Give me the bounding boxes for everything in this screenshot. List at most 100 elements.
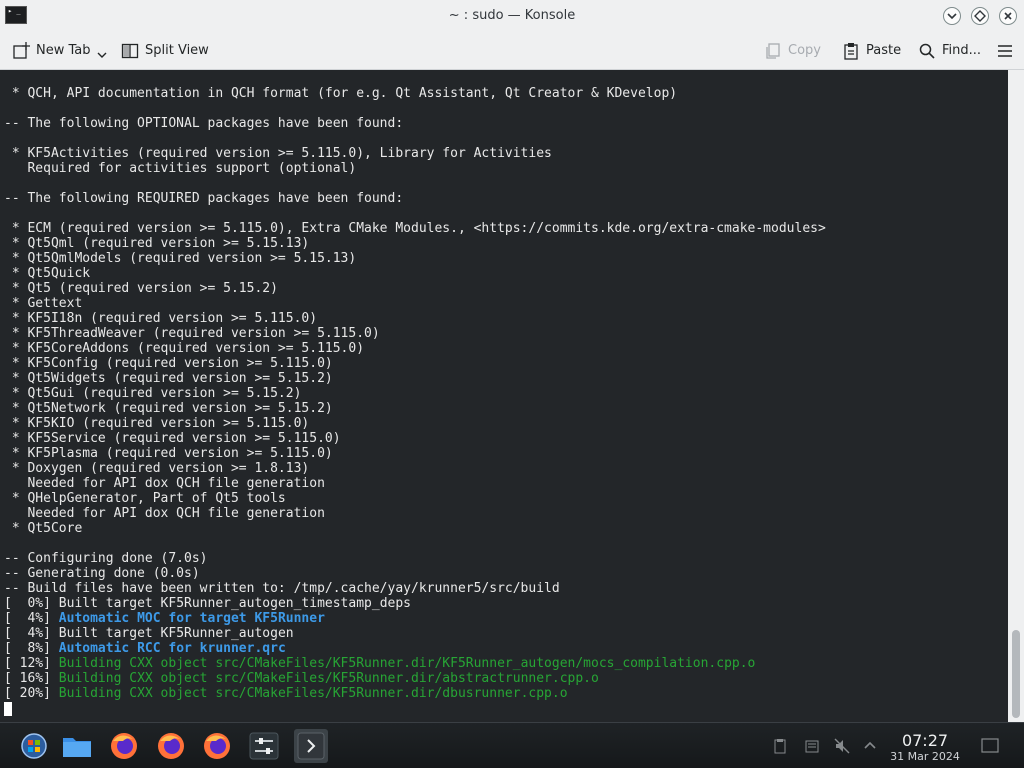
terminal-line: * Qt5Widgets (required version >= 5.15.2… (4, 371, 333, 386)
terminal-line: * ECM (required version >= 5.115.0), Ext… (4, 221, 826, 236)
scrollbar-thumb[interactable] (1012, 630, 1020, 718)
firefox-button-2[interactable] (154, 729, 188, 763)
terminal-line: * Doxygen (required version >= 1.8.13) (4, 461, 310, 476)
show-desktop-icon[interactable] (980, 736, 1000, 756)
terminal-line: * KF5Config (required version >= 5.115.0… (4, 356, 333, 371)
split-view-icon (121, 43, 139, 58)
terminal-line: -- Generating done (0.0s) (4, 566, 200, 581)
maximize-button[interactable] (971, 7, 989, 25)
terminal-view[interactable]: * QCH, API documentation in QCH format (… (0, 70, 1008, 722)
find-button[interactable]: Find... (918, 32, 981, 70)
close-button[interactable] (999, 7, 1017, 25)
terminal-line: * Qt5Quick (4, 266, 91, 281)
build-message: Building CXX object src/CMakeFiles/KF5Ru… (58, 686, 568, 701)
build-message: Automatic MOC for target KF5Runner (58, 611, 325, 626)
terminal-line: * KF5Service (required version >= 5.115.… (4, 431, 341, 446)
terminal-line: * Qt5Qml (required version >= 5.15.13) (4, 236, 310, 251)
terminal-line: * QHelpGenerator, Part of Qt5 tools (4, 491, 286, 506)
terminal-line: * KF5KIO (required version >= 5.115.0) (4, 416, 310, 431)
text-cursor (4, 702, 12, 716)
minimize-button[interactable] (943, 7, 961, 25)
build-progress: [ 20%] (4, 686, 59, 701)
close-icon (1004, 12, 1012, 20)
notifications-tray-icon[interactable] (804, 738, 820, 754)
terminal-line: * KF5I18n (required version >= 5.115.0) (4, 311, 318, 326)
clipboard-tray-icon[interactable] (772, 738, 788, 754)
file-manager-button[interactable] (60, 729, 94, 763)
terminal-line: -- The following OPTIONAL packages have … (4, 116, 404, 131)
clock-date: 31 Mar 2024 (890, 750, 960, 763)
build-message: Building CXX object src/CMakeFiles/KF5Ru… (58, 656, 756, 671)
build-line: [ 4%] Automatic MOC for target KF5Runner (4, 611, 826, 626)
window-title: ~ : sudo — Konsole (448, 8, 576, 23)
terminal-line: * KF5Plasma (required version >= 5.115.0… (4, 446, 333, 461)
terminal-line: -- The following REQUIRED packages have … (4, 191, 404, 206)
terminal-line: * Qt5Core (4, 521, 83, 536)
settings-sliders-icon (249, 732, 279, 760)
split-view-button[interactable]: Split View (121, 32, 209, 70)
build-line: [ 20%] Building CXX object src/CMakeFile… (4, 686, 826, 701)
build-message: Building CXX object src/CMakeFiles/KF5Ru… (58, 671, 599, 686)
search-icon (919, 43, 935, 59)
build-progress: [ 0%] (4, 596, 59, 611)
system-settings-button[interactable] (247, 729, 281, 763)
paste-icon (844, 42, 858, 60)
start-menu-button[interactable] (17, 729, 51, 763)
terminal-line: Needed for API dox QCH file generation (4, 476, 325, 491)
new-tab-button[interactable]: New Tab (12, 32, 107, 70)
build-progress: [ 16%] (4, 671, 59, 686)
firefox-button-1[interactable] (107, 729, 141, 763)
firefox-icon (111, 733, 137, 759)
build-progress: [ 4%] (4, 626, 59, 641)
terminal-line: Required for activities support (optiona… (4, 161, 357, 176)
build-message: Automatic RCC for krunner.qrc (58, 641, 286, 656)
hamburger-menu-icon (998, 44, 1012, 57)
terminal-line: * KF5CoreAddons (required version >= 5.1… (4, 341, 365, 356)
terminal-line: * Qt5Network (required version >= 5.15.2… (4, 401, 333, 416)
clock-time[interactable]: 07:27 (880, 732, 970, 750)
terminal-prompt-icon (297, 732, 325, 760)
konsole-task-button[interactable] (294, 729, 328, 763)
terminal-line: * Qt5QmlModels (required version >= 5.15… (4, 251, 357, 266)
split-view-label: Split View (145, 43, 209, 58)
build-line: [ 4%] Built target KF5Runner_autogen (4, 626, 826, 641)
terminal-line: * Gettext (4, 296, 83, 311)
find-label: Find... (942, 43, 982, 58)
chevron-down-icon (947, 13, 957, 20)
toolbar: New Tab Split View Copy Paste Find... (0, 32, 1024, 70)
terminal-line: -- Configuring done (7.0s) (4, 551, 208, 566)
terminal-line: -- Build files have been written to: /tm… (4, 581, 560, 596)
diamond-icon (974, 10, 986, 22)
terminal-line: Needed for API dox QCH file generation (4, 506, 325, 521)
vertical-scrollbar[interactable] (1008, 70, 1024, 722)
start-menu-icon (21, 733, 47, 759)
new-tab-label: New Tab (36, 43, 91, 58)
taskbar: 07:27 31 Mar 2024 (0, 722, 1024, 768)
build-line: [ 12%] Building CXX object src/CMakeFile… (4, 656, 826, 671)
build-line: [ 16%] Building CXX object src/CMakeFile… (4, 671, 826, 686)
build-line: [ 8%] Automatic RCC for krunner.qrc (4, 641, 826, 656)
firefox-icon (158, 733, 184, 759)
copy-icon (766, 42, 780, 59)
build-message: Built target KF5Runner_autogen (58, 626, 294, 641)
chevron-up-icon[interactable] (862, 738, 878, 754)
terminal-line: * Qt5Gui (required version >= 5.15.2) (4, 386, 302, 401)
build-message: Built target KF5Runner_autogen_timestamp… (58, 596, 411, 611)
paste-button[interactable]: Paste (842, 32, 901, 70)
terminal-line: * KF5ThreadWeaver (required version >= 5… (4, 326, 380, 341)
volume-muted-icon[interactable] (834, 738, 850, 754)
paste-label: Paste (866, 43, 902, 58)
hamburger-menu-button[interactable] (996, 32, 1014, 70)
terminal-output: * QCH, API documentation in QCH format (… (4, 86, 826, 701)
build-progress: [ 12%] (4, 656, 59, 671)
new-tab-icon (13, 41, 30, 59)
folder-icon (63, 738, 91, 757)
copy-button[interactable]: Copy (764, 32, 821, 70)
firefox-button-3[interactable] (200, 729, 234, 763)
build-progress: [ 8%] (4, 641, 59, 656)
